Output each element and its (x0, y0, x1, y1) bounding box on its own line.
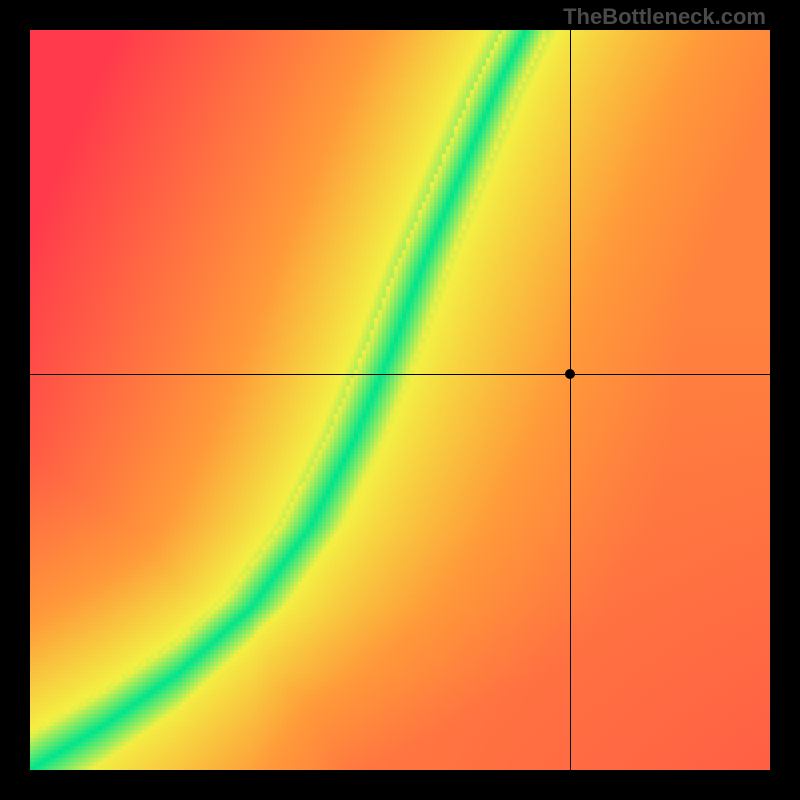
watermark-text: TheBottleneck.com (563, 4, 766, 30)
crosshair-horizontal (30, 374, 770, 375)
selection-marker (565, 369, 575, 379)
plot-area (30, 30, 770, 770)
crosshair-vertical (570, 30, 571, 770)
heatmap-canvas (30, 30, 770, 770)
chart-container: TheBottleneck.com (0, 0, 800, 800)
